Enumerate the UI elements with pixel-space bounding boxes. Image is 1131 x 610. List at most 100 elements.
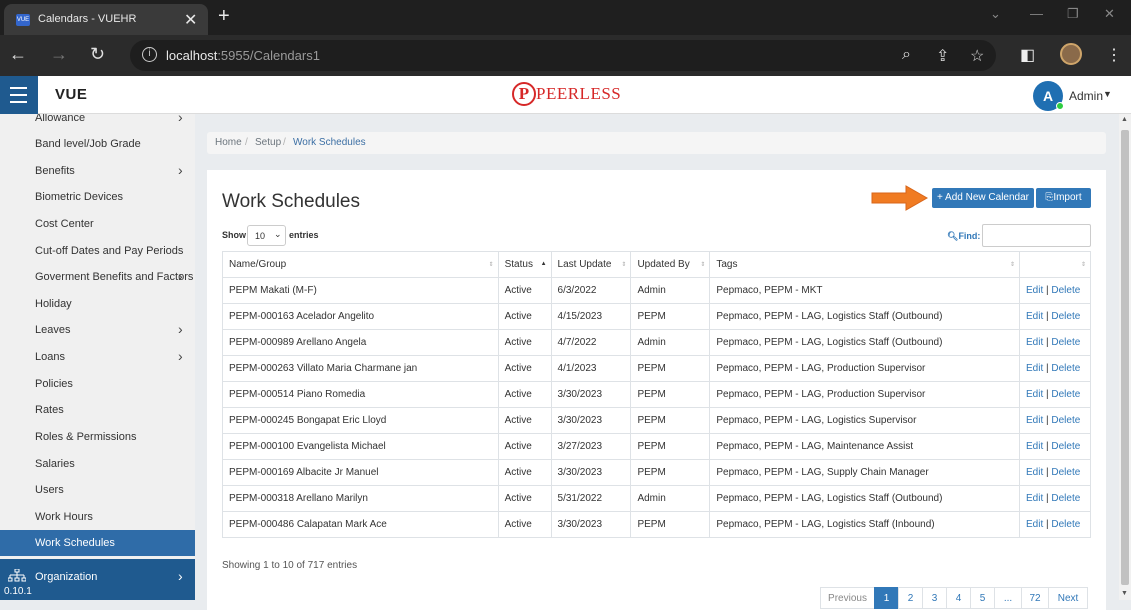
page-4[interactable]: 4 (946, 587, 971, 609)
sidebar-item-loans[interactable]: Loans › (0, 344, 195, 370)
add-new-calendar-button[interactable]: + Add New Calendar (932, 188, 1034, 208)
close-window-icon[interactable]: ✕ (1104, 6, 1115, 22)
sidebar-item-work-schedules[interactable]: Work Schedules (0, 530, 195, 556)
reload-icon[interactable]: ↻ (90, 44, 105, 65)
sidebar-item-cost-center[interactable]: Cost Center (0, 211, 195, 237)
page-72[interactable]: 72 (1021, 587, 1049, 609)
edit-link[interactable]: Edit (1026, 467, 1043, 478)
sidebar-item-cut-off-dates-and-pay-periods[interactable]: Cut-off Dates and Pay Periods (0, 238, 195, 264)
delete-link[interactable]: Delete (1051, 337, 1080, 348)
cell-actions: Edit | Delete (1018, 407, 1092, 434)
close-tab-icon[interactable]: ✕ (184, 10, 197, 30)
zoom-icon[interactable]: ⌕ (902, 46, 911, 64)
page-ellipsisellipsisellipsis[interactable]: ... (994, 587, 1022, 609)
column-header[interactable]: Last Update ⇕ (550, 251, 632, 278)
sidebar-item-biometric-devices[interactable]: Biometric Devices (0, 184, 195, 210)
table-row: PEPM-000169 Albacite Jr Manuel Active 3/30… (222, 459, 1092, 486)
scroll-up-icon[interactable]: ▲ (1121, 116, 1128, 123)
bookmark-star-icon[interactable]: ☆ (970, 46, 984, 66)
delete-link[interactable]: Delete (1051, 441, 1080, 452)
page-2[interactable]: 2 (898, 587, 923, 609)
chevron-down-icon[interactable]: ⌄ (990, 6, 1001, 22)
edit-link[interactable]: Edit (1026, 441, 1043, 452)
chevron-right-icon: › (178, 568, 183, 584)
user-name[interactable]: Admin (1069, 89, 1103, 103)
sort-icon: ⇕ (1009, 262, 1015, 268)
edit-link[interactable]: Edit (1026, 337, 1043, 348)
edit-link[interactable]: Edit (1026, 415, 1043, 426)
page-3[interactable]: 3 (922, 587, 947, 609)
cell-status: Active (497, 485, 552, 512)
new-tab-icon[interactable]: + (218, 5, 230, 28)
scroll-down-icon[interactable]: ▼ (1121, 590, 1128, 597)
site-info-icon[interactable]: i (142, 47, 157, 62)
page-5[interactable]: 5 (970, 587, 995, 609)
delete-link[interactable]: Delete (1051, 493, 1080, 504)
caret-down-icon[interactable]: ▼ (1103, 89, 1112, 99)
scroll-thumb[interactable] (1121, 130, 1129, 585)
entries-select[interactable]: 10 ⌄ (247, 225, 286, 246)
user-avatar[interactable]: A (1033, 81, 1064, 111)
page-1[interactable]: 1 (874, 587, 899, 609)
browser-tab[interactable]: VUE Calendars - VUEHR ✕ (4, 4, 208, 35)
delete-link[interactable]: Delete (1051, 389, 1080, 400)
hamburger-menu-icon[interactable] (0, 76, 38, 114)
column-header[interactable]: Status ▲ (497, 251, 552, 278)
breadcrumb-home[interactable]: Home (215, 137, 242, 148)
sidebar-item-label: Salaries (35, 458, 75, 470)
menu-dots-icon[interactable]: ⋮ (1106, 45, 1122, 65)
sidebar-item-work-hours[interactable]: Work Hours (0, 504, 195, 530)
sidebar-item-benefits[interactable]: Benefits › (0, 158, 195, 184)
search-input[interactable] (982, 224, 1091, 247)
sidebar-item-leaves[interactable]: Leaves › (0, 317, 195, 343)
delete-link[interactable]: Delete (1051, 285, 1080, 296)
delete-link[interactable]: Delete (1051, 311, 1080, 322)
maximize-icon[interactable]: ❐ (1067, 6, 1079, 22)
table-row: PEPM-000486 Calapatan Mark Ace Active 3/30… (222, 511, 1092, 538)
forward-icon[interactable]: → (50, 44, 68, 65)
share-icon[interactable]: ⇪ (936, 46, 949, 66)
edit-link[interactable]: Edit (1026, 285, 1043, 296)
cell-tags: Pepmaco, PEPM - LAG, Logistics Staff (In… (709, 511, 1020, 538)
import-button[interactable]: ⎘Import (1036, 188, 1091, 208)
delete-link[interactable]: Delete (1051, 415, 1080, 426)
sidebar-item-goverment-benefits-and-factors[interactable]: Goverment Benefits and Factors › (0, 264, 195, 290)
sidebar-item-organization[interactable]: Organization › 0.10.1 (0, 559, 195, 600)
cell-by: PEPM (630, 381, 711, 408)
back-icon[interactable]: ← (9, 44, 27, 65)
sidebar-item-rates[interactable]: Rates (0, 397, 195, 423)
sidebar-item-salaries[interactable]: Salaries (0, 451, 195, 477)
edit-link[interactable]: Edit (1026, 519, 1043, 530)
sidebar-item-users[interactable]: Users (0, 477, 195, 503)
delete-link[interactable]: Delete (1051, 363, 1080, 374)
cell-updated: 3/30/2023 (550, 407, 632, 434)
column-header[interactable]: ⇕ (1018, 251, 1092, 278)
column-header[interactable]: Updated By ⇕ (630, 251, 711, 278)
sidebar-item-allowance[interactable]: Allowance › (0, 114, 195, 131)
delete-link[interactable]: Delete (1051, 467, 1080, 478)
cell-name: PEPM-000263 Villato Maria Charmane jan (222, 355, 499, 382)
column-header[interactable]: Name/Group ⇕ (222, 251, 499, 278)
profile-avatar[interactable] (1060, 43, 1082, 65)
breadcrumb-setup[interactable]: Setup (255, 137, 281, 148)
column-header[interactable]: Tags ⇕ (709, 251, 1020, 278)
sidebar-item-label: Goverment Benefits and Factors (35, 271, 194, 283)
edit-link[interactable]: Edit (1026, 389, 1043, 400)
sidebar-item-holiday[interactable]: Holiday (0, 291, 195, 317)
sidebar-item-roles-permissions[interactable]: Roles & Permissions (0, 424, 195, 450)
page-next[interactable]: Next (1048, 587, 1088, 609)
page-scrollbar[interactable]: ▲ ▼ (1119, 114, 1131, 600)
side-panel-icon[interactable]: ◧ (1020, 45, 1035, 65)
address-bar[interactable]: i localhost:5955/Calendars1 ⌕ ⇪ ☆ (130, 40, 996, 71)
chevron-right-icon: › (178, 321, 183, 337)
cell-actions: Edit | Delete (1018, 459, 1092, 486)
page-previous[interactable]: Previous (820, 587, 875, 609)
minimize-icon[interactable]: — (1030, 6, 1043, 21)
edit-link[interactable]: Edit (1026, 363, 1043, 374)
delete-link[interactable]: Delete (1051, 519, 1080, 530)
edit-link[interactable]: Edit (1026, 493, 1043, 504)
sidebar-item-band-level-job-grade[interactable]: Band level/Job Grade (0, 131, 195, 157)
cell-name: PEPM-000989 Arellano Angela (222, 329, 499, 356)
edit-link[interactable]: Edit (1026, 311, 1043, 322)
sidebar-item-policies[interactable]: Policies (0, 371, 195, 397)
